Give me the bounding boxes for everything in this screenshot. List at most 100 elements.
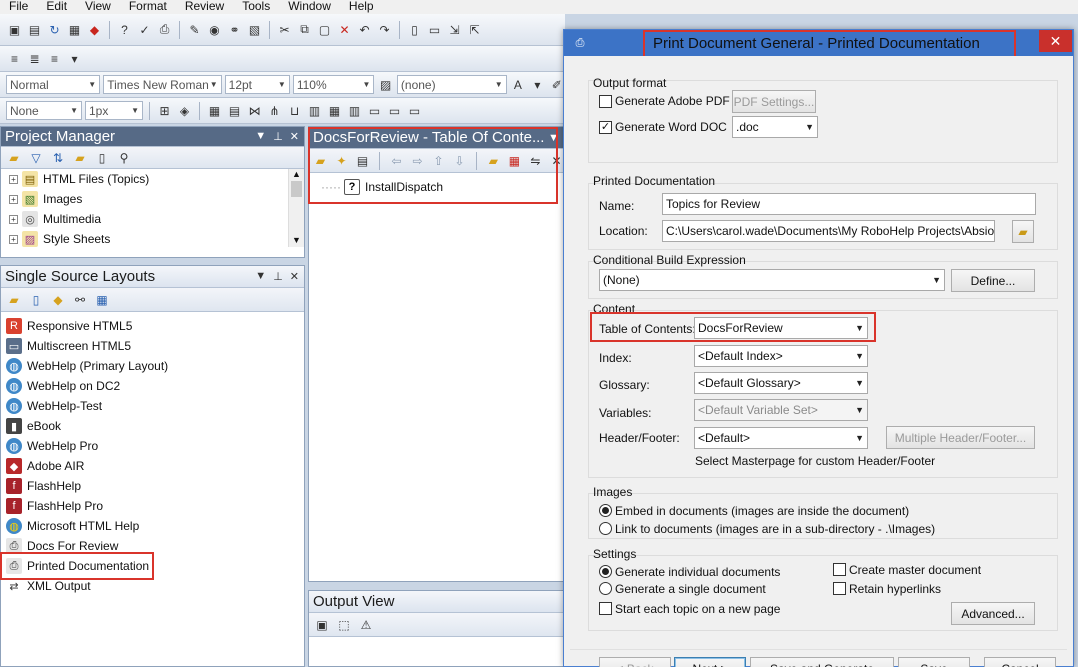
layout-webhelp-test[interactable]: ◍ WebHelp-Test — [1, 396, 304, 416]
new-page-checkbox[interactable] — [599, 602, 612, 615]
pin-icon[interactable]: ⊥ — [273, 130, 283, 143]
new-layout-icon[interactable]: ▰ — [5, 291, 23, 309]
layout-adobe-air[interactable]: ◆ Adobe AIR — [1, 456, 304, 476]
table-top-icon[interactable]: ▭ — [386, 102, 403, 119]
toc-report-icon[interactable]: ▦ — [507, 152, 522, 170]
help-icon[interactable]: ? — [116, 21, 133, 38]
print-icon[interactable]: ⎙ — [156, 21, 173, 38]
font-color-icon[interactable]: A — [510, 76, 526, 93]
dropdown-icon[interactable]: ▼ — [255, 130, 266, 143]
align-center-icon[interactable]: ≣ — [26, 50, 43, 67]
folder-icon[interactable]: ▰ — [71, 149, 89, 167]
menu-review[interactable]: Review — [176, 0, 233, 13]
menu-help[interactable]: Help — [340, 0, 383, 13]
expand-icon[interactable]: + — [9, 214, 18, 224]
variables-select[interactable]: <Default Variable Set> ▼ — [694, 399, 868, 421]
dropdown-icon[interactable]: ▼ — [255, 270, 266, 283]
advanced-button[interactable]: Advanced... — [951, 602, 1035, 625]
glossary-select[interactable]: <Default Glossary> ▼ — [694, 372, 868, 394]
cbe-select[interactable]: (None) ▼ — [599, 269, 945, 291]
table-cols-icon[interactable]: ▥ — [346, 102, 363, 119]
table-grid-icon[interactable]: ▥ — [306, 102, 323, 119]
sort-icon[interactable]: ⇅ — [49, 149, 67, 167]
gen-single-radio[interactable] — [599, 582, 612, 595]
copy-icon[interactable]: ⧉ — [296, 21, 313, 38]
sync-icon[interactable]: ⇋ — [528, 152, 543, 170]
delete-icon[interactable]: ✕ — [549, 152, 564, 170]
close-icon[interactable]: ✕ — [1039, 30, 1072, 52]
none-combo[interactable]: (none) ▼ — [396, 75, 507, 94]
menu-window[interactable]: Window — [279, 0, 340, 13]
scroll-thumb[interactable] — [291, 181, 302, 197]
properties-icon[interactable]: ▦ — [66, 21, 83, 38]
merge-cells-icon[interactable]: ⋔ — [266, 102, 283, 119]
layout-webhelp-dc2[interactable]: ◍ WebHelp on DC2 — [1, 376, 304, 396]
border-style-combo[interactable]: None ▼ — [6, 101, 82, 120]
expand-icon[interactable]: + — [9, 174, 18, 184]
split-cells-icon[interactable]: ⋈ — [246, 102, 263, 119]
close-icon[interactable]: ✕ — [290, 130, 299, 143]
pdf-settings-button[interactable]: PDF Settings... — [732, 90, 816, 113]
pencil-icon[interactable]: ✎ — [186, 21, 203, 38]
layout-docs-for-review[interactable]: ⎙ Docs For Review — [1, 536, 304, 556]
menu-edit[interactable]: Edit — [37, 0, 76, 13]
cell-props-icon[interactable]: ⊔ — [286, 102, 303, 119]
new-page-icon[interactable]: ✦ — [334, 152, 349, 170]
layout-flashhelp-pro[interactable]: f FlashHelp Pro — [1, 496, 304, 516]
close-icon[interactable]: ✕ — [290, 270, 299, 283]
define-button[interactable]: Define... — [951, 269, 1035, 292]
multiple-header-footer-button[interactable]: Multiple Header/Footer... — [886, 426, 1035, 449]
paste-icon[interactable]: ▢ — [316, 21, 333, 38]
expand-icon[interactable]: + — [9, 234, 18, 244]
import-icon[interactable]: ⇲ — [446, 21, 463, 38]
link-icon[interactable]: ⚭ — [226, 21, 243, 38]
menu-file[interactable]: File — [0, 0, 37, 13]
font-size-combo[interactable]: 12pt ▼ — [224, 75, 290, 94]
save-button[interactable]: Save — [898, 657, 970, 667]
new-item-icon[interactable]: ▯ — [93, 149, 111, 167]
font-combo[interactable]: Times New Roman ▼ — [103, 75, 222, 94]
layout-printed-documentation[interactable]: ⎙ Printed Documentation — [1, 556, 304, 576]
toc-item[interactable]: ····· ? InstallDispatch — [309, 177, 564, 197]
layout-webhelp-pro[interactable]: ◍ WebHelp Pro — [1, 436, 304, 456]
master-doc-checkbox[interactable] — [833, 563, 846, 576]
align-left-icon[interactable]: ≡ — [6, 50, 23, 67]
layout-ms-html-help[interactable]: ◍ Microsoft HTML Help — [1, 516, 304, 536]
table-bottom-icon[interactable]: ▭ — [406, 102, 423, 119]
index-select[interactable]: <Default Index> ▼ — [694, 345, 868, 367]
zoom-combo[interactable]: 110% ▼ — [292, 75, 375, 94]
move-right-icon[interactable]: ⇨ — [410, 152, 425, 170]
menu-tools[interactable]: Tools — [233, 0, 279, 13]
gen-individual-radio[interactable] — [599, 565, 612, 578]
gen-word-checkbox[interactable]: ✓ — [599, 121, 612, 134]
menu-format[interactable]: Format — [120, 0, 176, 13]
move-up-icon[interactable]: ⇧ — [431, 152, 446, 170]
move-down-icon[interactable]: ⇩ — [452, 152, 467, 170]
select-icon[interactable]: ⬚ — [335, 616, 353, 634]
save-and-generate-button[interactable]: Save and Generate — [750, 657, 894, 667]
view-output-icon[interactable]: ⚯ — [71, 291, 89, 309]
scroll-down-icon[interactable]: ▼ — [289, 235, 304, 245]
undo-icon[interactable]: ↶ — [356, 21, 373, 38]
highlight-icon[interactable]: ▾ — [529, 76, 545, 93]
save-icon[interactable]: ▣ — [313, 616, 331, 634]
layout-xml-output[interactable]: ⇄ XML Output — [1, 576, 304, 596]
header-footer-select[interactable]: <Default> ▼ — [694, 427, 868, 449]
doc-extension-select[interactable]: .doc ▼ — [732, 116, 818, 138]
generate-icon[interactable]: ◆ — [49, 291, 67, 309]
retain-links-checkbox[interactable] — [833, 582, 846, 595]
layout-multiscreen-html5[interactable]: ▭ Multiscreen HTML5 — [1, 336, 304, 356]
link-radio[interactable] — [599, 522, 612, 535]
table-fill-icon[interactable]: ▦ — [326, 102, 343, 119]
name-field[interactable]: Topics for Review — [662, 193, 1036, 215]
gen-pdf-checkbox[interactable] — [599, 95, 612, 108]
cut-icon[interactable]: ✂ — [276, 21, 293, 38]
warning-icon[interactable]: ⚠ — [357, 616, 375, 634]
new-book-icon[interactable]: ▰ — [313, 152, 328, 170]
toc-props-icon[interactable]: ▤ — [355, 152, 370, 170]
table-rows-icon[interactable]: ▤ — [226, 102, 243, 119]
tree-item-html-files[interactable]: + ▤ HTML Files (Topics) — [1, 169, 304, 189]
dropdown-icon[interactable]: ▼ — [548, 132, 559, 144]
layout-ebook[interactable]: ▮ eBook — [1, 416, 304, 436]
toc-select[interactable]: DocsForReview ▼ — [694, 317, 868, 339]
